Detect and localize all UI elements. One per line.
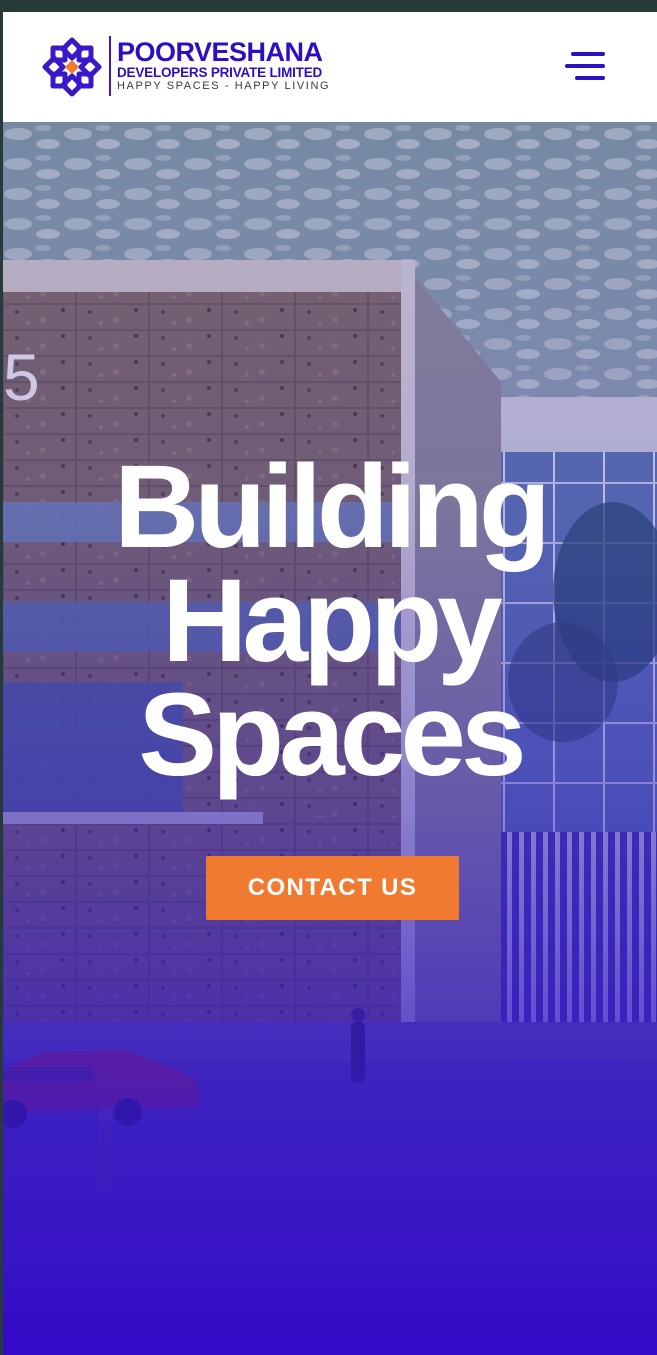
- brand-tagline: HAPPY SPACES - HAPPY LIVING: [117, 80, 331, 92]
- logo-divider: [109, 36, 111, 96]
- page-frame: POORVESHANA DEVELOPERS PRIVATE LIMITED H…: [3, 12, 657, 1355]
- menu-line-top: [571, 52, 605, 56]
- hero-section: 5 Building Happy Spaces CONTACT US: [3, 122, 657, 1355]
- headline-line-spaces: Spaces: [138, 669, 526, 801]
- site-header: POORVESHANA DEVELOPERS PRIVATE LIMITED H…: [3, 12, 657, 122]
- menu-line-bottom: [575, 76, 605, 80]
- brand-subtitle: DEVELOPERS PRIVATE LIMITED: [117, 65, 323, 80]
- hamburger-menu-icon[interactable]: [563, 48, 607, 84]
- hero-headline: Building Happy Spaces: [3, 441, 657, 801]
- menu-line-middle: [565, 64, 605, 68]
- brand-name: POORVESHANA: [117, 37, 323, 67]
- poorveshana-emblem-icon[interactable]: [41, 36, 103, 98]
- headline-line-building: Building: [114, 441, 551, 573]
- contact-us-button[interactable]: CONTACT US: [206, 856, 459, 920]
- headline-line-happy: Happy: [162, 555, 503, 687]
- brand-wordmark[interactable]: POORVESHANA DEVELOPERS PRIVATE LIMITED H…: [117, 38, 330, 93]
